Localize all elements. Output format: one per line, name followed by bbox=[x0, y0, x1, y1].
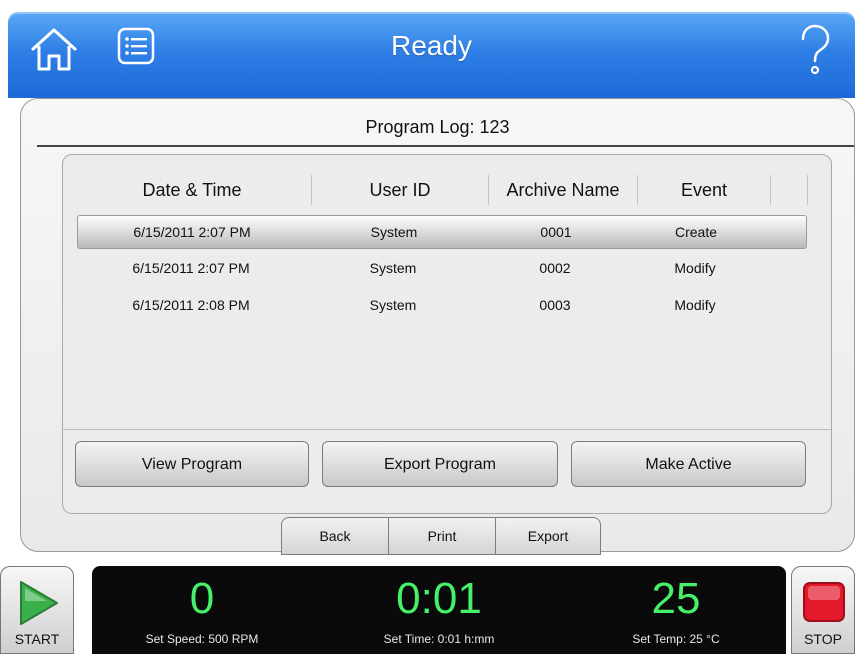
help-button[interactable] bbox=[797, 24, 833, 76]
program-log-panel: Program Log: 123 Date & Time User ID Arc… bbox=[20, 98, 855, 555]
cell-archive-name: 0002 bbox=[539, 260, 571, 276]
export-tab[interactable]: Export bbox=[496, 518, 600, 554]
start-label: START bbox=[14, 631, 60, 647]
play-icon bbox=[20, 581, 58, 625]
title-bar: Ready bbox=[8, 12, 855, 98]
cell-event: Create bbox=[674, 224, 718, 240]
view-program-button[interactable]: View Program bbox=[75, 441, 309, 487]
table-row[interactable]: 6/15/2011 2:07 PM System 0001 Create bbox=[77, 215, 807, 249]
table-row[interactable]: 6/15/2011 2:07 PM System 0002 Modify bbox=[77, 252, 805, 284]
cell-user-id: System bbox=[369, 297, 417, 313]
speed-value: 0 bbox=[189, 574, 215, 623]
bottom-tab-bar: Back Print Export bbox=[281, 517, 601, 555]
cell-event: Modify bbox=[674, 260, 716, 276]
stop-button[interactable]: STOP bbox=[791, 566, 855, 654]
cell-archive-name: 0001 bbox=[540, 224, 572, 240]
start-button[interactable]: START bbox=[0, 566, 74, 654]
cell-event: Modify bbox=[674, 297, 716, 313]
cell-date-time: 6/15/2011 2:08 PM bbox=[132, 297, 250, 313]
cell-date-time: 6/15/2011 2:07 PM bbox=[132, 260, 250, 276]
column-header-event[interactable]: Event bbox=[638, 171, 770, 209]
set-time-label: Set Time: 0:01 h:mm bbox=[383, 632, 495, 646]
column-header-archive-name[interactable]: Archive Name bbox=[489, 171, 637, 209]
stop-label: STOP bbox=[804, 631, 842, 647]
cell-date-time: 6/15/2011 2:07 PM bbox=[133, 224, 251, 240]
button-area-divider bbox=[63, 429, 831, 430]
export-program-button[interactable]: Export Program bbox=[322, 441, 558, 487]
temperature-value: 25 bbox=[651, 574, 701, 623]
stop-icon bbox=[803, 582, 845, 622]
run-status-display: 0 Set Speed: 500 RPM 0:01 Set Time: 0:01… bbox=[92, 566, 786, 654]
column-separator bbox=[770, 175, 771, 205]
column-header-user-id[interactable]: User ID bbox=[312, 171, 488, 209]
title-divider bbox=[37, 145, 854, 147]
cell-user-id: System bbox=[370, 224, 418, 240]
time-value: 0:01 bbox=[396, 574, 482, 623]
print-tab[interactable]: Print bbox=[389, 518, 496, 554]
table-row[interactable]: 6/15/2011 2:08 PM System 0003 Modify bbox=[77, 289, 805, 321]
set-speed-label: Set Speed: 500 RPM bbox=[145, 632, 259, 646]
page-title: Program Log: 123 bbox=[365, 117, 510, 137]
cell-archive-name: 0003 bbox=[539, 297, 571, 313]
make-active-button[interactable]: Make Active bbox=[571, 441, 806, 487]
set-temp-label: Set Temp: 25 °C bbox=[632, 632, 720, 646]
cell-user-id: System bbox=[369, 260, 417, 276]
column-separator bbox=[807, 175, 808, 205]
log-table-container: Date & Time User ID Archive Name Event 6… bbox=[62, 154, 832, 514]
column-header-date-time[interactable]: Date & Time bbox=[73, 171, 311, 209]
back-tab[interactable]: Back bbox=[282, 518, 389, 554]
help-icon bbox=[801, 24, 830, 75]
status-title: Ready bbox=[391, 30, 472, 61]
